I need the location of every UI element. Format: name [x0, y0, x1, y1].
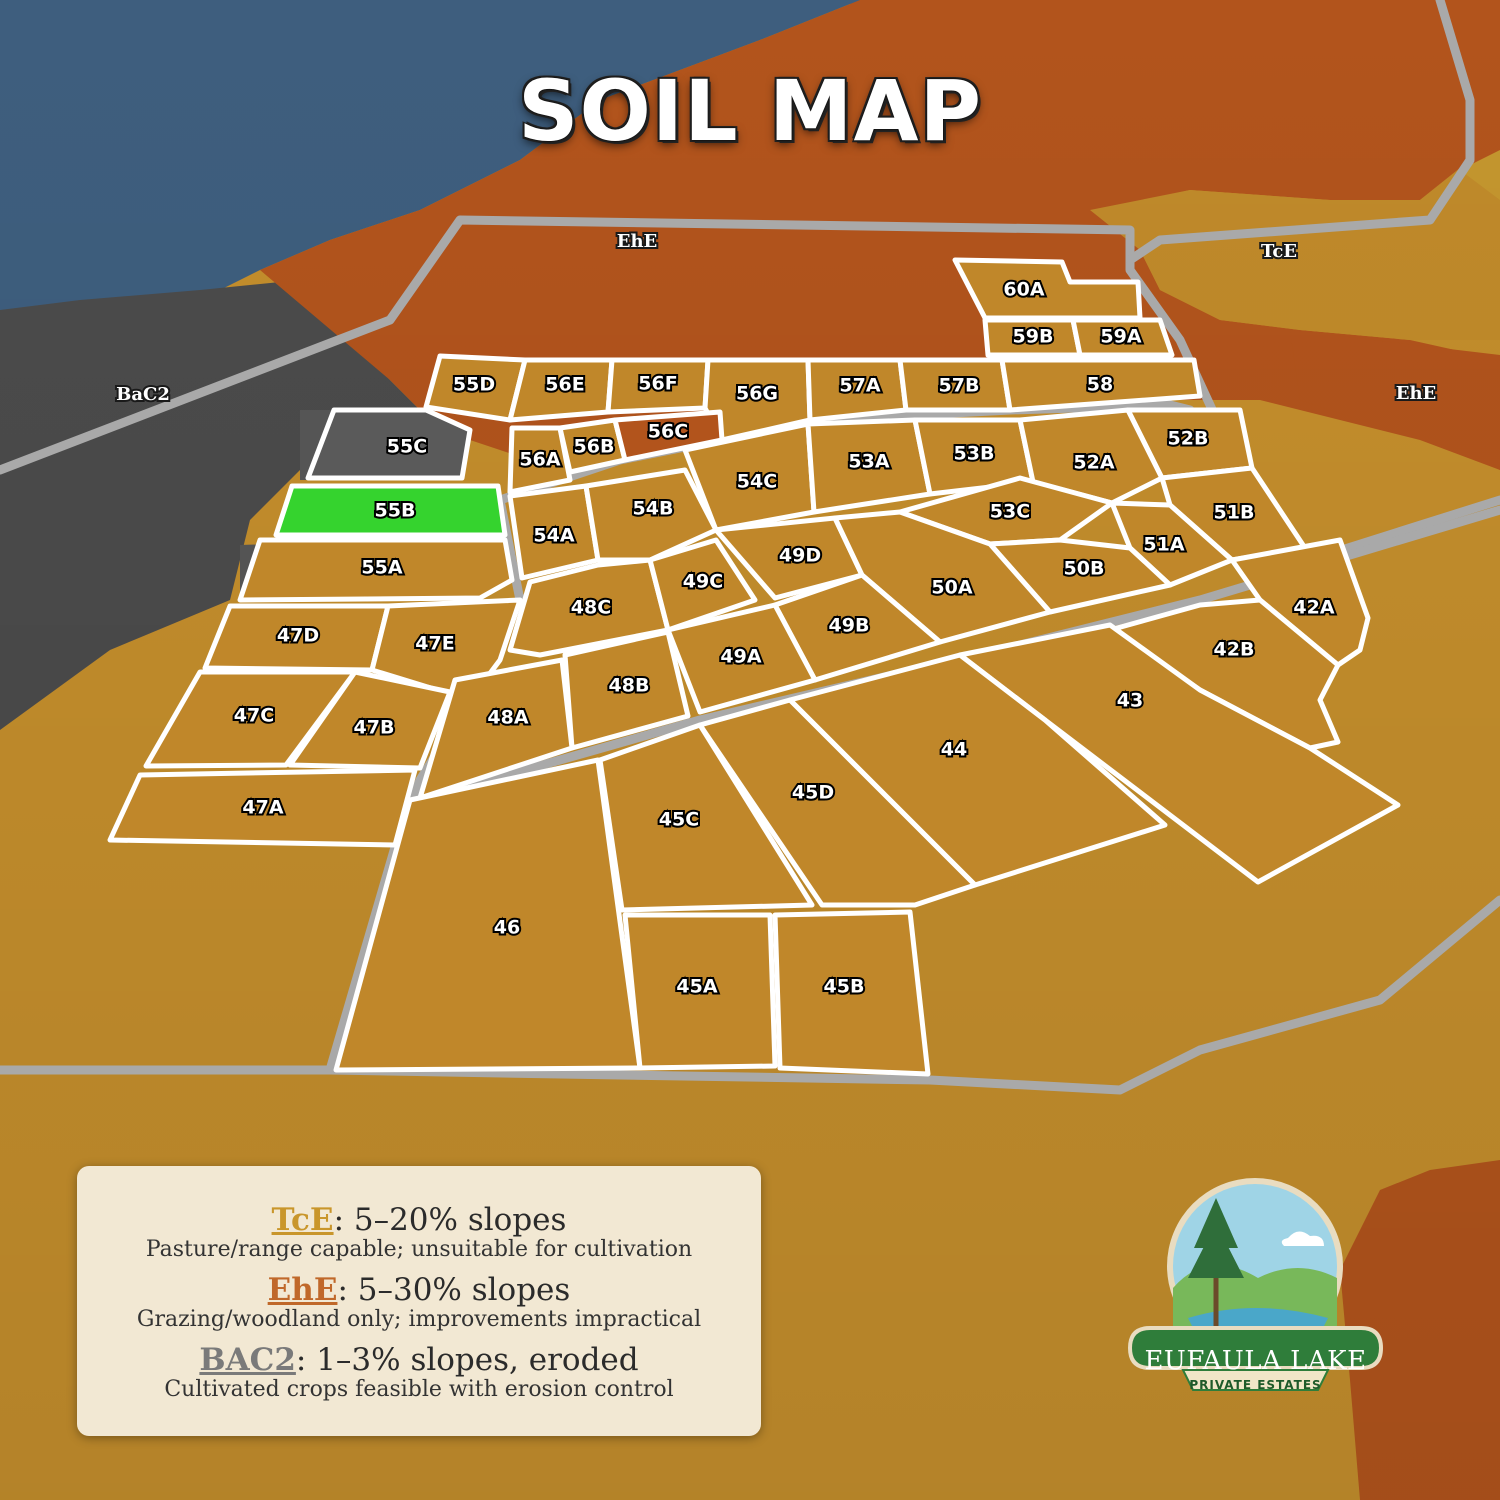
lot-label: 42A: [1293, 597, 1334, 619]
lot-label: 48B: [609, 675, 650, 697]
lot-label: 53C: [990, 501, 1030, 523]
legend-slope: : 5–30% slopes: [337, 1272, 571, 1308]
lot-label: 56F: [638, 373, 677, 395]
legend-code: BAC2: [199, 1342, 296, 1378]
page-title: SOIL MAP: [517, 62, 983, 160]
legend-description: Grazing/woodland only; improvements impr…: [136, 1307, 702, 1332]
lot-label: 49C: [683, 571, 723, 593]
lot-label: 47B: [354, 717, 395, 739]
lot-label: 50B: [1064, 558, 1105, 580]
lot-label: 59B: [1013, 326, 1054, 348]
lot-label: 56G: [736, 383, 778, 405]
lot-label: 48C: [571, 597, 611, 619]
lot-label: 49D: [779, 545, 821, 567]
lot-label: 59A: [1100, 326, 1141, 348]
lot-label: 56C: [648, 421, 688, 443]
lot-label: 49A: [720, 646, 761, 668]
lot-label: 52A: [1073, 452, 1114, 474]
lot-label: 55D: [453, 374, 495, 396]
lot-label: 56A: [519, 449, 560, 471]
lot-label: 55B: [375, 500, 416, 522]
eufaula-lake-logo: EUFAULA LAKE PRIVATE ESTATES: [1127, 1178, 1384, 1398]
legend-description: Cultivated crops feasible with erosion c…: [164, 1377, 674, 1402]
lot-label: 60A: [1003, 279, 1044, 301]
legend-entry-ehe: EhE: 5–30% slopes Grazing/woodland only;…: [77, 1262, 761, 1332]
lot-label: 57B: [939, 375, 980, 397]
lot-label: 53B: [954, 443, 995, 465]
lot-label: 51B: [1214, 502, 1255, 524]
lot-label: 54B: [633, 498, 674, 520]
lot-label: 47E: [415, 633, 454, 655]
legend-description: Pasture/range capable; unsuitable for cu…: [145, 1237, 693, 1262]
lot-label: 58: [1087, 374, 1113, 396]
soil-label-ehe-north: EhE: [617, 231, 658, 252]
lot-label: 43: [1117, 690, 1143, 712]
lot-label: 49B: [829, 615, 870, 637]
lot-label: 53A: [848, 451, 889, 473]
lot-label: 55A: [361, 557, 402, 579]
legend-heading: BAC2: 1–3% slopes, eroded: [77, 1342, 761, 1378]
lot-label: 47A: [242, 797, 283, 819]
legend-entry-tce: TcE: 5–20% slopes Pasture/range capable;…: [77, 1166, 761, 1262]
lot-label: 45C: [659, 809, 699, 831]
soil-label-bac2: BaC2: [116, 384, 170, 405]
logo-name: EUFAULA LAKE: [1144, 1346, 1367, 1376]
lot-label: 47C: [234, 705, 274, 727]
lot-label: 56B: [574, 436, 615, 458]
lot-label: 45D: [792, 782, 834, 804]
lot-label: 45B: [824, 976, 865, 998]
lot-label: 54A: [533, 525, 574, 547]
legend-code: EhE: [267, 1272, 338, 1308]
legend-heading: EhE: 5–30% slopes: [77, 1272, 761, 1308]
lot-label: 52B: [1168, 428, 1209, 450]
lot-label: 45A: [676, 976, 717, 998]
lot-label: 54C: [737, 471, 777, 493]
lot-label: 51A: [1143, 534, 1184, 556]
lot-label: 48A: [487, 707, 528, 729]
legend-code: TcE: [271, 1202, 334, 1238]
legend-slope: : 1–3% slopes, eroded: [295, 1342, 639, 1378]
lot-label: 50A: [931, 577, 972, 599]
lot-label: 55C: [387, 436, 427, 458]
lot-label: 47D: [277, 625, 319, 647]
soil-label-ehe-east: EhE: [1396, 383, 1437, 404]
soil-map-page: 60A 59B 59A 55D 56E 56F 56G 57A 57B 58 5…: [0, 0, 1500, 1500]
logo-subtitle: PRIVATE ESTATES: [1189, 1378, 1322, 1392]
legend-slope: : 5–20% slopes: [333, 1202, 567, 1238]
lot-label: 44: [941, 739, 967, 761]
lot-label: 57A: [839, 375, 880, 397]
soil-legend: TcE: 5–20% slopes Pasture/range capable;…: [77, 1166, 761, 1436]
lot-label: 56E: [545, 374, 584, 396]
legend-heading: TcE: 5–20% slopes: [77, 1202, 761, 1238]
soil-label-tce: TcE: [1261, 241, 1297, 262]
legend-entry-bac2: BAC2: 1–3% slopes, eroded Cultivated cro…: [77, 1332, 761, 1402]
lot-label: 42B: [1214, 639, 1255, 661]
lot-label: 46: [494, 917, 520, 939]
